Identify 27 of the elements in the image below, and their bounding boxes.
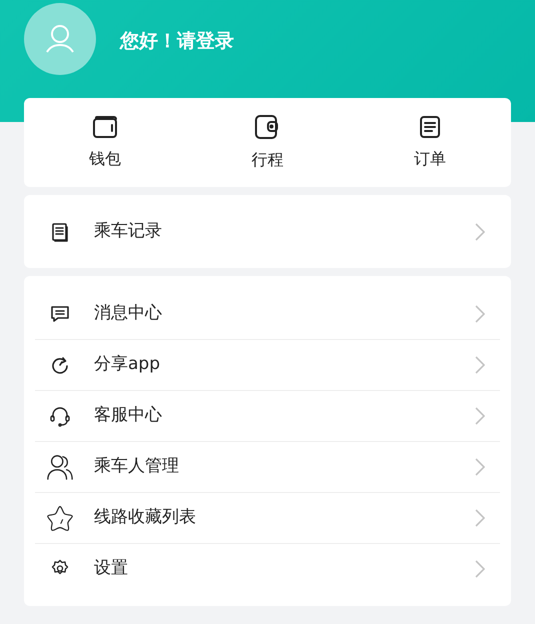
document-icon: [50, 222, 70, 242]
document-icon: [418, 114, 441, 138]
menu-item[interactable]: 乘车记录: [24, 206, 511, 257]
shortcut-button[interactable]: 行程: [186, 98, 349, 187]
chevron-icon: [475, 509, 485, 527]
user-icon: [45, 24, 75, 54]
chevron-icon: [475, 222, 485, 240]
menu-item[interactable]: 客服中心: [35, 390, 500, 441]
headset-icon: [49, 405, 71, 427]
menu-item[interactable]: 分享app: [35, 339, 500, 390]
shortcut-button[interactable]: 钱包: [24, 98, 186, 187]
people-icon: [46, 453, 74, 481]
star-icon: [46, 503, 74, 533]
chevron-icon: [475, 407, 485, 425]
shortcut-button[interactable]: 订单: [348, 98, 511, 187]
wallet-icon: [254, 114, 280, 140]
chevron-icon: [475, 356, 485, 374]
chevron-icon: [475, 304, 485, 322]
menu-item[interactable]: 乘车人管理: [35, 441, 500, 492]
menu-item[interactable]: 线路收藏列表: [35, 492, 500, 543]
wallet-icon: [92, 114, 118, 138]
menu-item[interactable]: 消息中心: [35, 288, 500, 339]
chevron-icon: [475, 560, 485, 578]
share-icon: [51, 356, 69, 374]
message-icon: [50, 304, 70, 322]
chevron-icon: [475, 458, 485, 476]
menu-item[interactable]: 设置: [35, 543, 500, 594]
